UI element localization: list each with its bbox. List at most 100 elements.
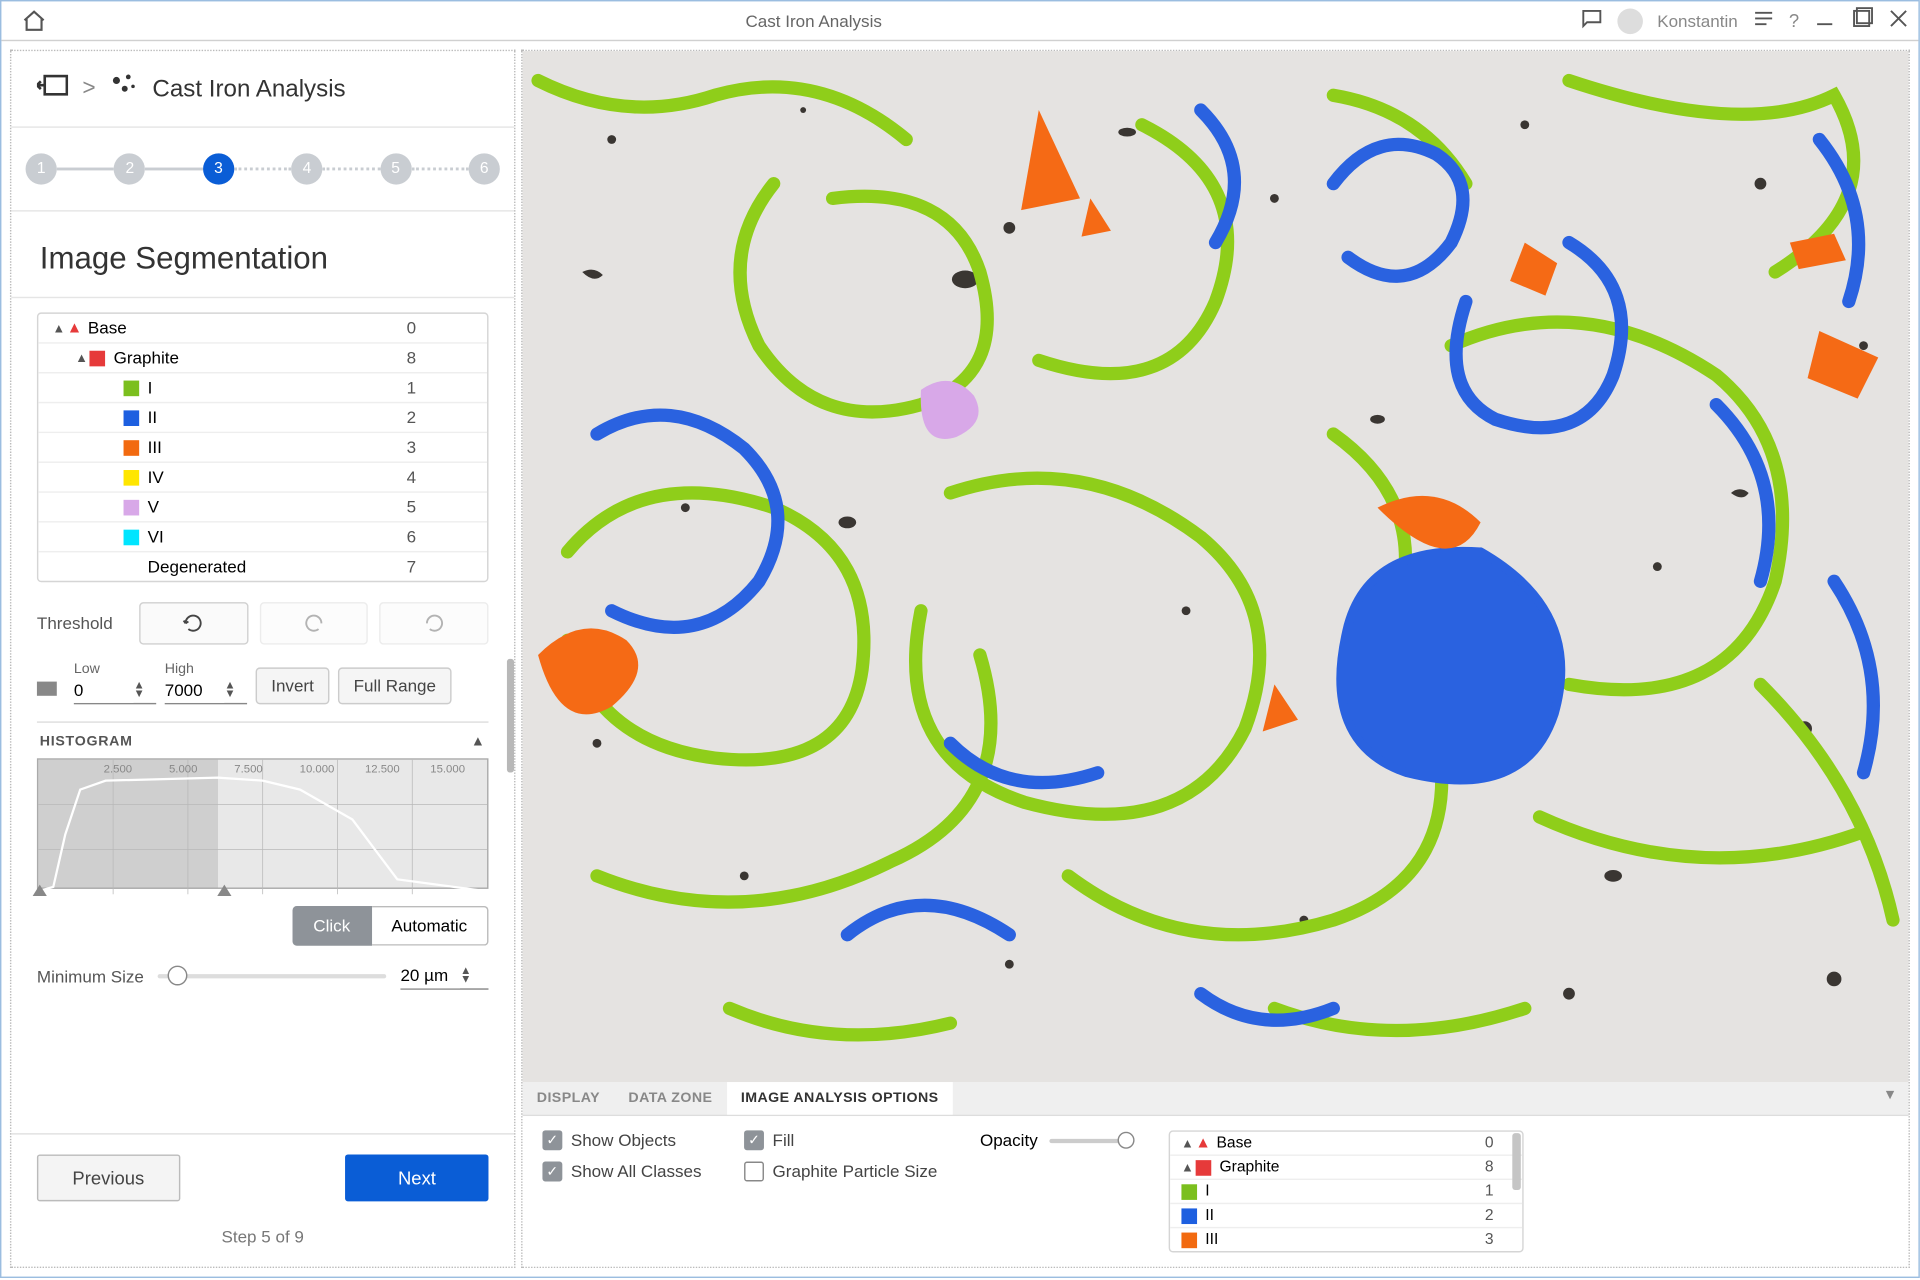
color-swatch <box>124 380 140 396</box>
histogram-handle-low[interactable] <box>33 885 47 896</box>
arrow-up-icon: ▲ <box>1195 1135 1210 1152</box>
opacity-slider[interactable] <box>1049 1138 1126 1142</box>
tree-row-base[interactable]: ▲ ▲ Base 0 <box>1170 1132 1522 1156</box>
range-fields: Low ▲▼ High ▲▼ Invert Full Range <box>37 662 489 705</box>
step-6[interactable]: 6 <box>469 153 500 184</box>
arrow-up-icon: ▲ <box>67 320 82 337</box>
mode-automatic[interactable]: Automatic <box>372 906 489 946</box>
low-input[interactable]: ▲▼ <box>74 677 156 704</box>
histogram-handle-high[interactable] <box>217 885 231 896</box>
min-size-input[interactable]: ▲▼ <box>400 963 488 990</box>
mode-toggle: Click Automatic <box>37 906 489 946</box>
checkbox-icon: ✓ <box>744 1130 764 1150</box>
back-icon[interactable] <box>37 74 68 104</box>
class-tree: ▲ ▲ Base 0 ▲ Graphite 8 I1II2III3IV4V5VI… <box>37 312 489 582</box>
min-size-row: Minimum Size ▲▼ <box>37 963 489 990</box>
previous-button[interactable]: Previous <box>37 1154 180 1201</box>
tree-row[interactable]: VI6 <box>38 523 487 553</box>
checkbox-icon: ✓ <box>542 1162 562 1182</box>
slider-thumb[interactable] <box>1117 1131 1134 1148</box>
tab-image-analysis-options[interactable]: IMAGE ANALYSIS OPTIONS <box>727 1082 953 1115</box>
close-icon[interactable] <box>1887 7 1910 34</box>
check-graphite-particle-size[interactable]: Graphite Particle Size <box>744 1162 937 1182</box>
high-label: High <box>165 662 247 678</box>
tree-row[interactable]: V5 <box>38 493 487 523</box>
stepper: 1 2 3 4 5 6 <box>11 128 514 212</box>
step-counter: Step 5 of 9 <box>37 1227 489 1247</box>
bottom-tabs: DISPLAY DATA ZONE IMAGE ANALYSIS OPTIONS… <box>523 1082 1909 1116</box>
tree-row[interactable]: Degenerated7 <box>38 552 487 580</box>
threshold-reset-button[interactable] <box>380 602 489 645</box>
chevron-down-icon[interactable]: ▼ <box>1872 1082 1909 1115</box>
tree-row[interactable]: II2 <box>1170 1204 1522 1228</box>
opacity-label: Opacity <box>980 1130 1038 1150</box>
chevron-up-icon: ▲ <box>53 321 67 335</box>
tree-row[interactable]: II2 <box>38 403 487 433</box>
color-swatch <box>1181 1184 1197 1200</box>
breadcrumb-title: Cast Iron Analysis <box>152 75 345 103</box>
histogram-title: HISTOGRAM <box>40 734 133 750</box>
tree-row-graphite[interactable]: ▲ Graphite 8 <box>1170 1156 1522 1180</box>
window-title: Cast Iron Analysis <box>47 11 1581 31</box>
tree-row[interactable]: III3 <box>38 433 487 463</box>
next-button[interactable]: Next <box>345 1154 488 1201</box>
threshold-label: Threshold <box>37 613 128 633</box>
minimize-icon[interactable] <box>1813 7 1836 34</box>
tree-row-base[interactable]: ▲ ▲ Base 0 <box>38 314 487 344</box>
invert-button[interactable]: Invert <box>256 667 330 704</box>
low-label: Low <box>74 662 156 678</box>
min-size-slider[interactable] <box>158 974 386 978</box>
step-4[interactable]: 4 <box>291 153 322 184</box>
scrollbar[interactable] <box>507 659 514 773</box>
breadcrumb-sep: > <box>82 76 95 102</box>
breadcrumb: > Cast Iron Analysis <box>11 51 514 128</box>
chevron-up-icon: ▲ <box>75 351 89 365</box>
full-range-button[interactable]: Full Range <box>338 667 452 704</box>
content-area: DISPLAY DATA ZONE IMAGE ANALYSIS OPTIONS… <box>521 50 1910 1268</box>
maximize-icon[interactable] <box>1850 7 1873 34</box>
check-show-objects[interactable]: ✓Show Objects <box>542 1130 701 1150</box>
range-icon <box>37 682 57 696</box>
sidebar-body: ▲ ▲ Base 0 ▲ Graphite 8 I1II2III3IV4V5VI… <box>11 297 514 1133</box>
check-fill[interactable]: ✓Fill <box>744 1130 937 1150</box>
color-swatch <box>124 469 140 485</box>
mini-class-tree: ▲ ▲ Base 0 ▲ Graphite 8 I1II2III3IV4 <box>1168 1130 1523 1252</box>
high-input[interactable]: ▲▼ <box>165 677 247 704</box>
step-1[interactable]: 1 <box>26 153 57 184</box>
mode-click[interactable]: Click <box>292 906 372 946</box>
scrollbar[interactable] <box>1512 1133 1521 1190</box>
histogram[interactable]: 2.500 5.000 7.500 10.000 12.500 15.000 <box>37 758 489 889</box>
threshold-redo-button[interactable] <box>259 602 368 645</box>
tree-row[interactable]: I1 <box>1170 1180 1522 1204</box>
slider-thumb[interactable] <box>167 966 187 986</box>
titlebar: Cast Iron Analysis Konstantin ? <box>1 1 1918 41</box>
bottom-panel: ✓Show Objects ✓Show All Classes ✓Fill Gr… <box>523 1116 1909 1267</box>
chevron-up-icon: ▲ <box>1181 1160 1195 1174</box>
check-show-all-classes[interactable]: ✓Show All Classes <box>542 1162 701 1182</box>
color-swatch <box>1181 1208 1197 1224</box>
comment-icon[interactable] <box>1581 7 1604 34</box>
step-5[interactable]: 5 <box>380 153 411 184</box>
tree-row-graphite[interactable]: ▲ Graphite 8 <box>38 344 487 374</box>
color-swatch <box>89 350 105 366</box>
tree-row[interactable]: III3 <box>1170 1228 1522 1252</box>
tree-row[interactable]: IV4 <box>38 463 487 493</box>
min-size-label: Minimum Size <box>37 966 144 986</box>
home-icon[interactable] <box>21 8 47 34</box>
color-swatch <box>1195 1159 1211 1175</box>
opacity-row: Opacity <box>980 1130 1126 1150</box>
tab-data-zone[interactable]: DATA ZONE <box>614 1082 726 1115</box>
microscopy-image[interactable] <box>523 51 1909 1082</box>
step-3[interactable]: 3 <box>203 153 234 184</box>
analysis-icon <box>110 71 138 107</box>
help-icon[interactable]: ? <box>1789 10 1799 31</box>
histogram-header[interactable]: HISTOGRAM ▲ <box>37 721 489 758</box>
tree-row[interactable]: I1 <box>38 373 487 403</box>
user-name: Konstantin <box>1657 11 1738 31</box>
avatar[interactable] <box>1617 8 1643 34</box>
menu-icon[interactable] <box>1752 7 1775 34</box>
threshold-undo-button[interactable] <box>139 602 248 645</box>
tab-display[interactable]: DISPLAY <box>523 1082 615 1115</box>
color-swatch <box>124 529 140 545</box>
step-2[interactable]: 2 <box>114 153 145 184</box>
